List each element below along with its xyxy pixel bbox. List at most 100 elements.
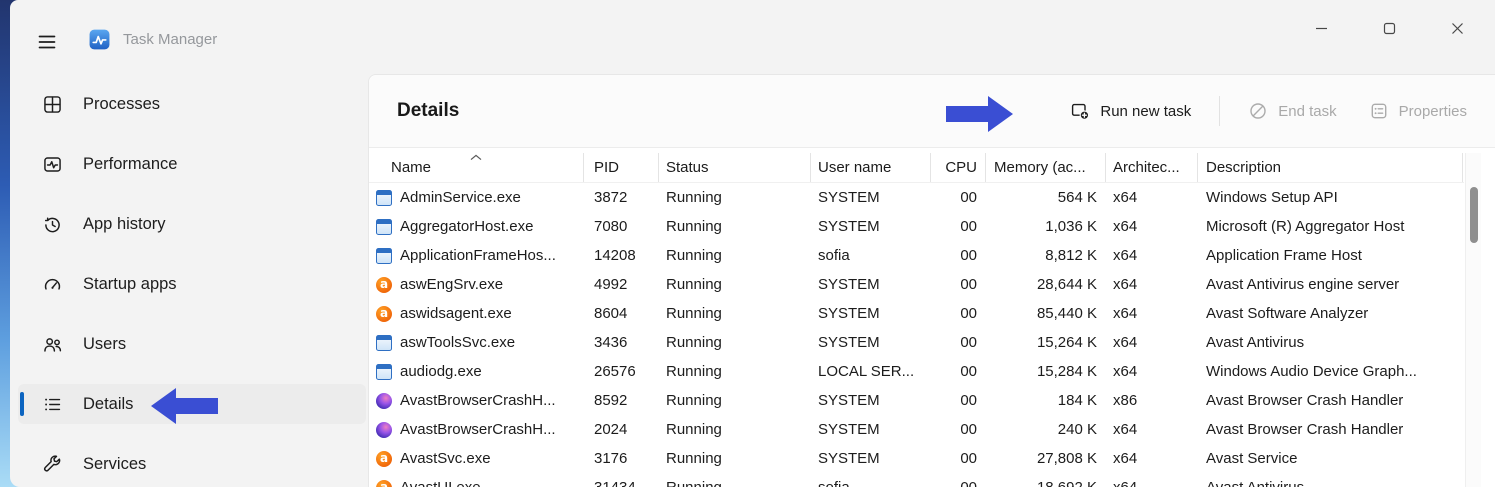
minimize-button[interactable]: [1287, 8, 1355, 48]
column-header-name[interactable]: Name: [369, 153, 584, 182]
cell-status: Running: [659, 415, 811, 444]
cell-description: Windows Setup API: [1198, 183, 1463, 212]
toolbar-divider: [1219, 96, 1220, 126]
column-header-description[interactable]: Description: [1198, 153, 1463, 182]
table-row[interactable]: audiodg.exe 26576 Running LOCAL SER... 0…: [369, 357, 1464, 386]
properties-button[interactable]: Properties: [1365, 95, 1471, 127]
cell-user-name: sofia: [811, 241, 931, 270]
window-controls: [1287, 8, 1491, 48]
table-row[interactable]: AvastUI.exe 31434 Running sofia 00 18,69…: [369, 473, 1464, 487]
cell-status: Running: [659, 444, 811, 473]
table-row[interactable]: aswEngSrv.exe 4992 Running SYSTEM 00 28,…: [369, 270, 1464, 299]
task-manager-window: Task Manager Processes: [10, 0, 1495, 487]
cell-description: Avast Browser Crash Handler: [1198, 386, 1463, 415]
sidebar-item-label: Services: [83, 455, 146, 474]
cell-pid: 31434: [584, 473, 659, 487]
cell-architecture: x64: [1106, 357, 1198, 386]
startup-apps-icon: [42, 274, 63, 295]
table-row[interactable]: AvastBrowserCrashH... 2024 Running SYSTE…: [369, 415, 1464, 444]
cell-memory: 240 K: [986, 415, 1106, 444]
cell-pid: 7080: [584, 212, 659, 241]
maximize-icon: [1383, 22, 1396, 35]
column-header-pid[interactable]: PID: [584, 153, 659, 182]
screen: Task Manager Processes: [0, 0, 1495, 487]
close-icon: [1451, 22, 1464, 35]
column-header-cpu[interactable]: CPU: [931, 153, 986, 182]
cell-user-name: SYSTEM: [811, 415, 931, 444]
column-header-status[interactable]: Status: [659, 153, 811, 182]
navigation-menu-button[interactable]: [28, 24, 66, 60]
cell-architecture: x64: [1106, 241, 1198, 270]
table-row[interactable]: aswToolsSvc.exe 3436 Running SYSTEM 00 1…: [369, 328, 1464, 357]
sidebar-item-details[interactable]: Details: [18, 384, 366, 424]
process-icon: [376, 364, 392, 380]
cell-user-name: SYSTEM: [811, 444, 931, 473]
cell-name: AggregatorHost.exe: [369, 212, 584, 241]
table-row[interactable]: AvastBrowserCrashH... 8592 Running SYSTE…: [369, 386, 1464, 415]
selected-accent-bar: [20, 392, 24, 416]
sidebar-item-label: App history: [83, 215, 166, 234]
cell-status: Running: [659, 328, 811, 357]
sidebar-item-performance[interactable]: Performance: [18, 144, 366, 184]
properties-icon: [1369, 101, 1389, 121]
column-header-architecture[interactable]: Architec...: [1106, 153, 1198, 182]
sidebar-item-startup-apps[interactable]: Startup apps: [18, 264, 366, 304]
hamburger-icon: [37, 32, 57, 52]
cell-pid: 3176: [584, 444, 659, 473]
cell-description: Avast Antivirus engine server: [1198, 270, 1463, 299]
details-toolbar: Details Run new task: [369, 75, 1495, 148]
cell-status: Running: [659, 241, 811, 270]
sidebar-item-users[interactable]: Users: [18, 324, 366, 364]
column-header-memory[interactable]: Memory (ac...: [986, 153, 1106, 182]
cell-architecture: x64: [1106, 299, 1198, 328]
cell-pid: 3872: [584, 183, 659, 212]
maximize-button[interactable]: [1355, 8, 1423, 48]
run-new-task-button[interactable]: Run new task: [1066, 95, 1195, 127]
cell-pid: 14208: [584, 241, 659, 270]
cell-cpu: 00: [931, 473, 986, 487]
cell-pid: 2024: [584, 415, 659, 444]
cell-cpu: 00: [931, 183, 986, 212]
cell-status: Running: [659, 357, 811, 386]
process-icon: [376, 277, 392, 293]
column-header-user-name[interactable]: User name: [811, 153, 931, 182]
cell-name: audiodg.exe: [369, 357, 584, 386]
table-row[interactable]: AdminService.exe 3872 Running SYSTEM 00 …: [369, 183, 1464, 212]
cell-description: Application Frame Host: [1198, 241, 1463, 270]
table-row[interactable]: AvastSvc.exe 3176 Running SYSTEM 00 27,8…: [369, 444, 1464, 473]
cell-name: AvastBrowserCrashH...: [369, 386, 584, 415]
close-button[interactable]: [1423, 8, 1491, 48]
app-history-icon: [42, 214, 63, 235]
scrollbar-thumb[interactable]: [1470, 187, 1478, 243]
cell-description: Avast Software Analyzer: [1198, 299, 1463, 328]
sidebar-item-processes[interactable]: Processes: [18, 84, 366, 124]
cell-name: AdminService.exe: [369, 183, 584, 212]
cell-memory: 18,692 K: [986, 473, 1106, 487]
cell-name: aswidsagent.exe: [369, 299, 584, 328]
cell-cpu: 00: [931, 212, 986, 241]
cell-cpu: 00: [931, 415, 986, 444]
cell-architecture: x64: [1106, 183, 1198, 212]
table-row[interactable]: AggregatorHost.exe 7080 Running SYSTEM 0…: [369, 212, 1464, 241]
sidebar-item-services[interactable]: Services: [18, 444, 366, 484]
cell-description: Avast Browser Crash Handler: [1198, 415, 1463, 444]
table-row[interactable]: ApplicationFrameHos... 14208 Running sof…: [369, 241, 1464, 270]
sidebar-item-label: Startup apps: [83, 275, 177, 294]
table-header: Name PID Status User name CPU Memory (ac…: [369, 153, 1464, 183]
sidebar-item-app-history[interactable]: App history: [18, 204, 366, 244]
cell-pid: 26576: [584, 357, 659, 386]
cell-cpu: 00: [931, 270, 986, 299]
vertical-scrollbar[interactable]: [1465, 153, 1481, 487]
cell-cpu: 00: [931, 328, 986, 357]
cell-cpu: 00: [931, 299, 986, 328]
cell-status: Running: [659, 299, 811, 328]
cell-user-name: SYSTEM: [811, 386, 931, 415]
details-panel: Details Run new task: [368, 74, 1495, 487]
sort-ascending-icon: [470, 154, 482, 161]
table-row[interactable]: aswidsagent.exe 8604 Running SYSTEM 00 8…: [369, 299, 1464, 328]
cell-memory: 184 K: [986, 386, 1106, 415]
users-icon: [42, 334, 63, 355]
cell-memory: 15,264 K: [986, 328, 1106, 357]
end-task-button[interactable]: End task: [1244, 95, 1340, 127]
cell-memory: 8,812 K: [986, 241, 1106, 270]
